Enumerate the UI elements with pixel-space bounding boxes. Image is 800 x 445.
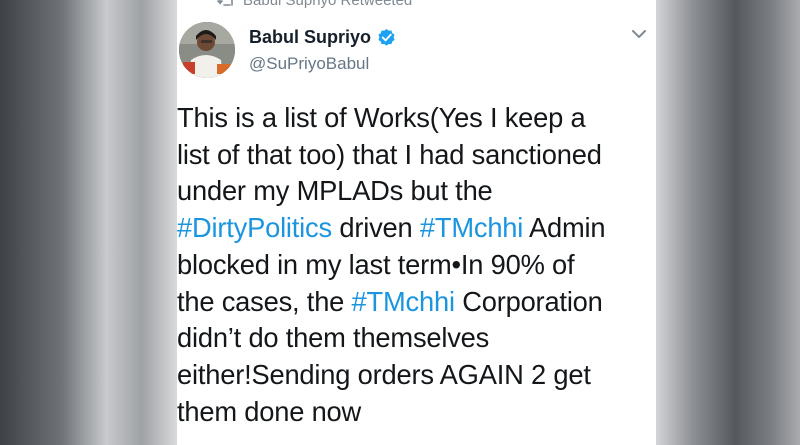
- avatar-image: [179, 22, 235, 78]
- hashtag-link[interactable]: #TMchhi: [352, 286, 455, 317]
- tweet-line: the cases, the #TMchhi Corporation: [177, 284, 655, 321]
- tweet-text-fragment: driven: [331, 212, 420, 244]
- tweet-line: list of that too) that I had sanctioned: [177, 138, 602, 170]
- tweet-line: under my MPLADs but the: [177, 175, 493, 207]
- tweet-text-fragment: Admin: [523, 212, 606, 244]
- tweet-line: them done now: [177, 395, 362, 427]
- display-name[interactable]: Babul Supriyo: [249, 27, 371, 48]
- retweet-label: Babul Supriyo Retweeted: [243, 0, 413, 9]
- hashtag-link[interactable]: #DirtyPolitics: [177, 212, 332, 243]
- avatar[interactable]: [179, 22, 235, 78]
- tweet-text-fragment: Corporation: [454, 285, 603, 317]
- tweet-card[interactable]: Babul Supriyo Retweeted Babul Supriyo @S…: [177, 0, 656, 445]
- retweet-indicator: Babul Supriyo Retweeted: [217, 0, 412, 9]
- tweet-line: blocked in my last term•In 90% of: [177, 248, 575, 280]
- verified-badge-icon: [378, 28, 395, 46]
- background-right: [656, 0, 800, 445]
- tweet-line: #DirtyPolitics driven #TMchhi Admin: [177, 210, 655, 247]
- tweet-text-fragment: the cases, the: [177, 285, 352, 317]
- hashtag-link[interactable]: #TMchhi: [420, 212, 523, 243]
- background-left: [0, 0, 177, 445]
- tweet-line: either!Sending orders AGAIN 2 get: [177, 358, 591, 390]
- chevron-down-icon[interactable]: [631, 28, 647, 40]
- tweet-text: This is a list of Works(Yes I keep a lis…: [177, 100, 655, 430]
- retweet-icon: [217, 0, 233, 6]
- tweet-line: This is a list of Works(Yes I keep a: [177, 102, 586, 133]
- tweet-line: didn’t do them themselves: [177, 322, 490, 354]
- author-handle[interactable]: @SuPriyoBabul: [249, 54, 369, 74]
- author-name-row[interactable]: Babul Supriyo: [249, 27, 396, 48]
